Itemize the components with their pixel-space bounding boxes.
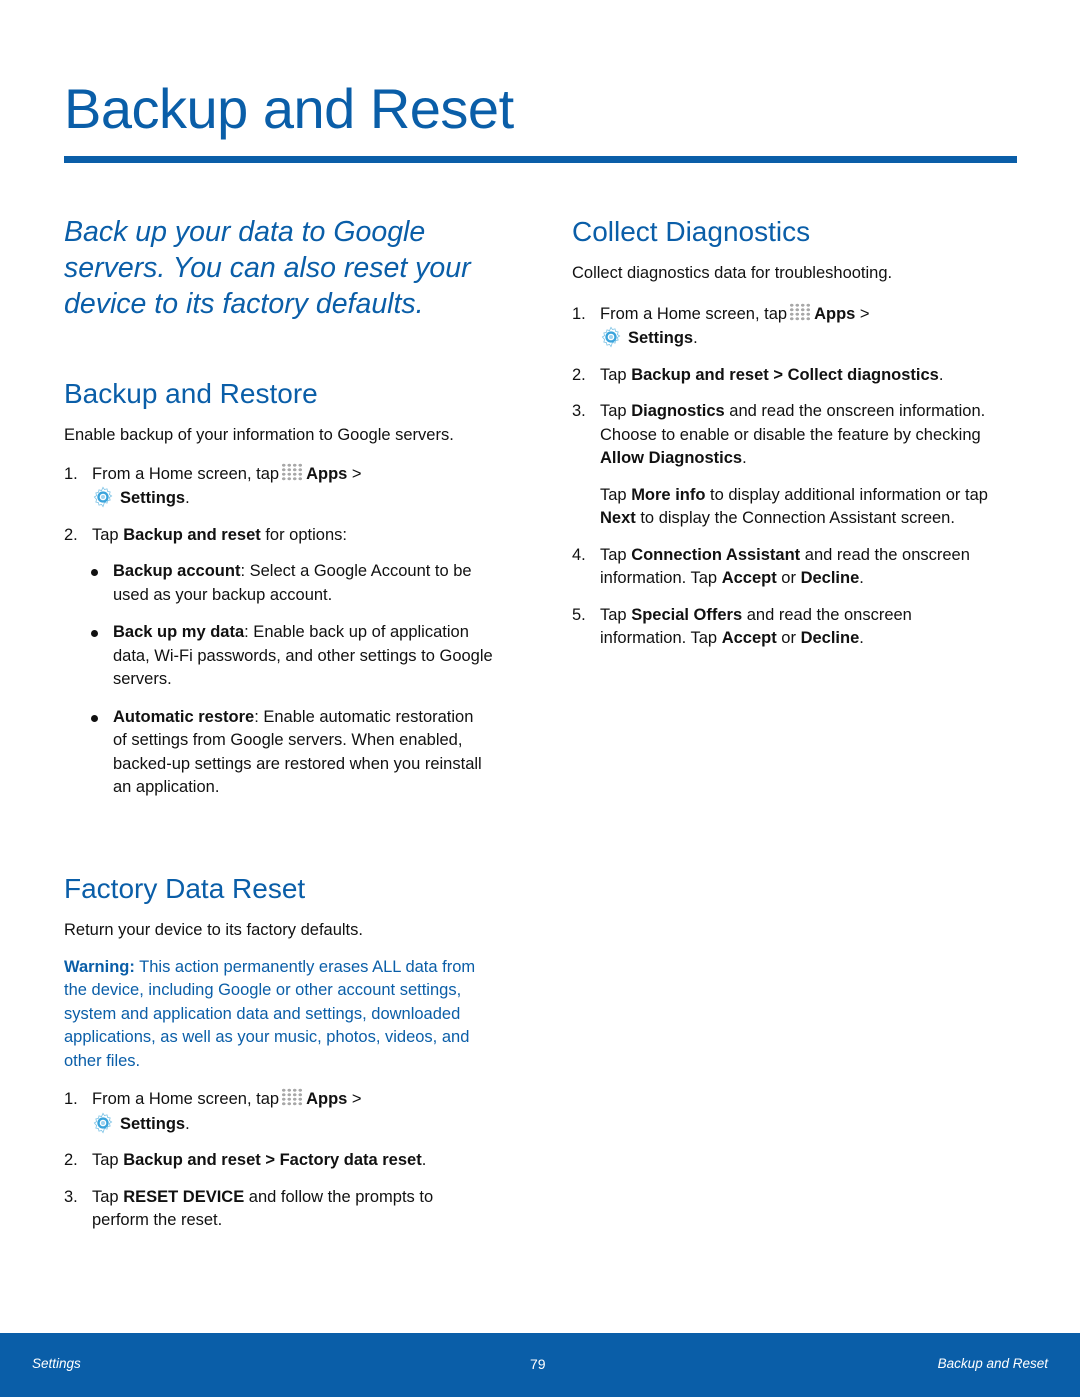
title-rule [64,156,1017,163]
collect-diagnostics-description: Collect diagnostics data for troubleshoo… [572,264,893,282]
backup-restore-step-1: 1. From a Home screen, tap Apps > Setting… [64,462,362,508]
backup-restore-heading: Backup and Restore [64,378,318,409]
bullet-automatic-restore: Automatic restore: Enable automatic rest… [64,706,488,800]
footer-section-label: Settings [32,1356,81,1371]
diagnostics-step-4: 4. Tap Connection Assistant and read the… [572,545,970,588]
bullet-back-up-my-data: Back up my data: Enable back up of appli… [64,621,508,692]
backup-restore-description: Enable backup of your information to Goo… [64,426,454,444]
factory-reset-description: Return your device to its factory defaul… [64,921,363,939]
apps-grid-icon [789,302,812,321]
warning-text: Warning: This action permanently erases … [64,957,476,1070]
settings-gear-icon [600,326,622,348]
diagnostics-step-5: 5. Tap Special Offers and read the onscr… [572,605,912,648]
page-footer: Settings 79 Backup and Reset [0,1333,1080,1397]
diagnostics-step-1: 1. From a Home screen, tap Apps > Setting… [572,302,870,348]
backup-restore-section: Backup and Restore Enable backup of your… [64,377,514,800]
apps-grid-icon [281,462,304,481]
diagnostics-step-3: 3. Tap Diagnostics and read the onscreen… [572,402,986,467]
bullet-backup-account: Backup account: Select a Google Account … [64,560,508,607]
page-number: 79 [530,1356,546,1372]
diagnostics-step-2: 2. Tap Backup and reset > Collect diagno… [572,365,944,384]
settings-gear-icon [92,1112,114,1134]
diagnostics-step-3-note: Tap More info to display additional info… [600,485,988,528]
factory-reset-heading: Factory Data Reset [64,873,306,904]
footer-chapter-label: Backup and Reset [937,1356,1048,1371]
backup-restore-step-2: 2. Tap Backup and reset for options: [64,525,347,544]
factory-reset-section: Factory Data Reset Return your device to… [64,872,514,1233]
collect-diagnostics-section: Collect Diagnostics Collect diagnostics … [572,215,1022,651]
factory-reset-step-3: 3. Tap RESET DEVICE and follow the promp… [64,1187,434,1230]
factory-reset-step-1: 1. From a Home screen, tap Apps > Setting… [64,1088,362,1134]
intro-text: Back up your data to Google servers. You… [64,216,471,320]
factory-reset-step-2: 2. Tap Backup and reset > Factory data r… [64,1151,427,1169]
settings-gear-icon [92,486,114,508]
page-title: Backup and Reset [64,77,514,140]
collect-diagnostics-heading: Collect Diagnostics [572,216,811,247]
apps-grid-icon [281,1088,304,1106]
